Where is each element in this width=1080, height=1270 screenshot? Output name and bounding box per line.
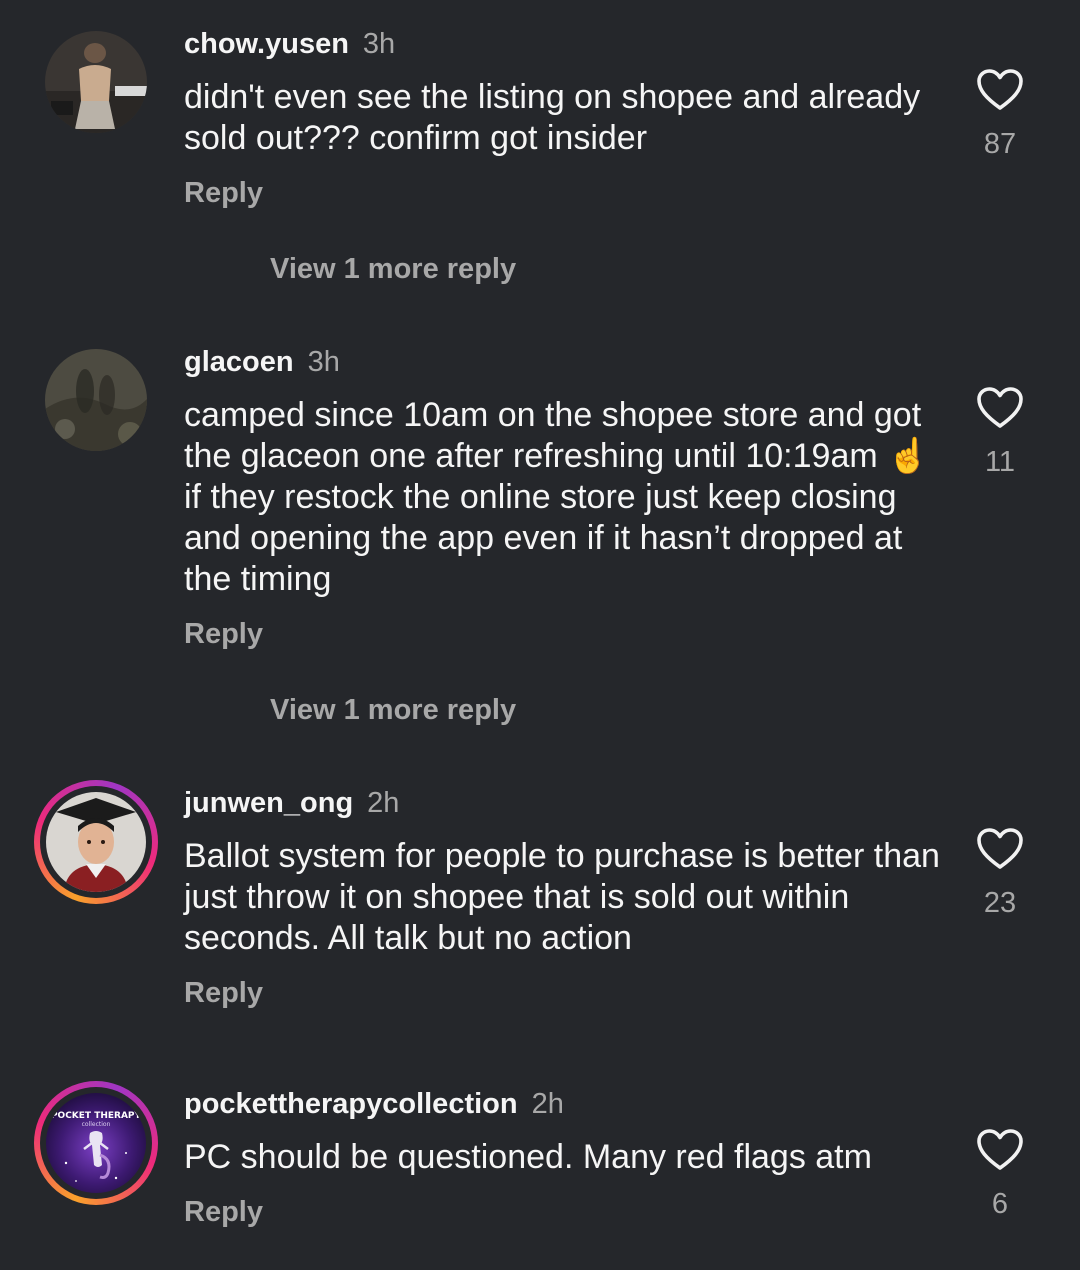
- heart-outline-icon[interactable]: [976, 827, 1024, 871]
- avatar: [46, 792, 146, 892]
- like-count: 11: [984, 446, 1016, 478]
- heart-outline-icon[interactable]: [976, 386, 1024, 430]
- like-count: 87: [983, 128, 1017, 160]
- comment-text: Ballot system for people to purchase is …: [184, 837, 940, 957]
- comment-header: pockettherapycollection 2h: [184, 1088, 564, 1121]
- username[interactable]: glacoen: [184, 346, 294, 378]
- heart-outline-icon[interactable]: [976, 1128, 1024, 1172]
- username[interactable]: pockettherapycollection: [184, 1088, 518, 1120]
- comment-text: PC should be questioned. Many red flags …: [184, 1138, 872, 1176]
- comment-time: 3h: [307, 346, 340, 378]
- comment-header: glacoen 3h: [184, 346, 340, 379]
- comment-header: junwen_ong 2h: [184, 787, 399, 820]
- view-more-replies-link[interactable]: View 1 more reply: [270, 253, 516, 286]
- avatar-story-ring[interactable]: POCKET THERAPY collection: [34, 1081, 158, 1205]
- reply-button[interactable]: Reply: [184, 1196, 263, 1229]
- comment-header: chow.yusen 3h: [184, 28, 395, 61]
- avatar[interactable]: [45, 349, 147, 451]
- avatar[interactable]: [45, 31, 147, 133]
- view-more-replies-link[interactable]: View 1 more reply: [270, 694, 516, 727]
- username[interactable]: chow.yusen: [184, 28, 349, 60]
- username[interactable]: junwen_ong: [184, 787, 353, 819]
- avatar: POCKET THERAPY collection: [46, 1093, 146, 1193]
- pocket-therapy-logo-avatar: POCKET THERAPY collection: [46, 1093, 146, 1193]
- comment-text: camped since 10am on the shopee store an…: [184, 396, 930, 598]
- avatar-ring-gap: [40, 786, 152, 898]
- logo-text: POCKET THERAPY: [51, 1111, 142, 1121]
- comment-time: 3h: [362, 28, 396, 60]
- photo-person-avatar: [45, 31, 147, 133]
- avatar-story-ring[interactable]: [34, 780, 158, 904]
- photo-shadow-avatar: [45, 349, 147, 451]
- comment-time: 2h: [367, 787, 400, 819]
- comment-text: didn't even see the listing on shopee an…: [184, 78, 921, 157]
- reply-button[interactable]: Reply: [184, 977, 263, 1010]
- reply-button[interactable]: Reply: [184, 618, 263, 651]
- reply-button[interactable]: Reply: [184, 177, 263, 210]
- like-count: 23: [983, 887, 1017, 919]
- photo-child-graduate-avatar: [46, 792, 146, 892]
- like-count: 6: [991, 1188, 1009, 1220]
- logo-subtext: collection: [82, 1121, 111, 1128]
- comment-time: 2h: [531, 1088, 564, 1120]
- avatar-ring-gap: POCKET THERAPY collection: [40, 1087, 152, 1199]
- heart-outline-icon[interactable]: [976, 68, 1024, 112]
